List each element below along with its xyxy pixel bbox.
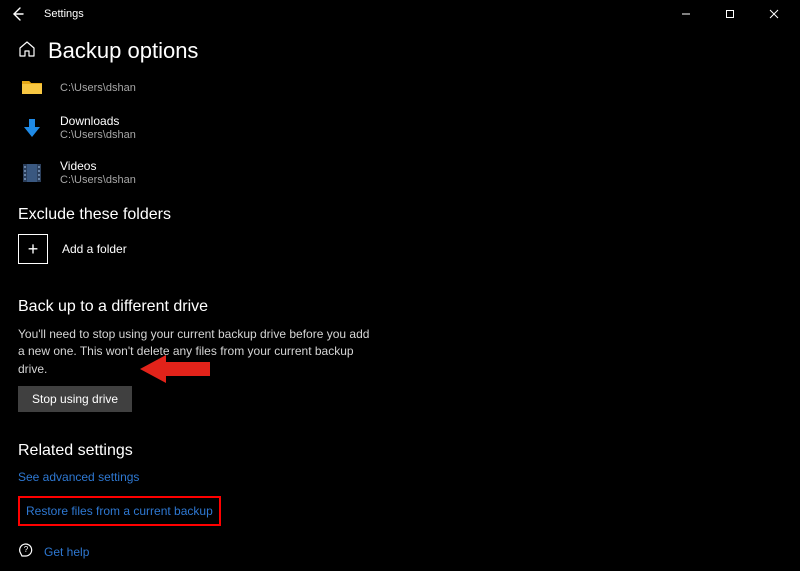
maximize-button[interactable] xyxy=(708,0,752,28)
help-icon: ? xyxy=(18,542,34,561)
get-help[interactable]: ? Get help xyxy=(18,542,782,571)
add-folder-button[interactable]: + Add a folder xyxy=(18,234,782,264)
folder-path: C:\Users\dshan xyxy=(60,174,136,186)
folder-path: C:\Users\dshan xyxy=(60,129,136,141)
restore-files-link[interactable]: Restore files from a current backup xyxy=(18,496,221,526)
content: C:\Users\dshan Downloads C:\Users\dshan … xyxy=(0,78,800,571)
maximize-icon xyxy=(725,9,735,19)
advanced-settings-link[interactable]: See advanced settings xyxy=(18,470,139,484)
download-icon xyxy=(18,117,46,139)
minimize-button[interactable] xyxy=(664,0,708,28)
annotation-arrow xyxy=(140,353,210,388)
page-header: Backup options xyxy=(0,28,800,78)
folder-item[interactable]: C:\Users\dshan xyxy=(18,78,782,96)
videos-icon xyxy=(18,163,46,183)
folder-item[interactable]: Downloads C:\Users\dshan xyxy=(18,114,782,141)
folder-name: Videos xyxy=(60,159,136,173)
svg-text:?: ? xyxy=(24,545,29,554)
arrow-icon xyxy=(140,353,210,385)
plus-icon: + xyxy=(18,234,48,264)
arrow-left-icon xyxy=(11,7,25,21)
folder-icon xyxy=(18,78,46,96)
minimize-icon xyxy=(681,9,691,19)
back-button[interactable] xyxy=(4,7,32,21)
titlebar: Settings xyxy=(0,0,800,28)
folder-info: Downloads C:\Users\dshan xyxy=(60,114,136,141)
section-heading-related: Related settings xyxy=(18,442,782,460)
close-icon xyxy=(769,9,779,19)
folder-path: C:\Users\dshan xyxy=(60,82,136,94)
folder-item[interactable]: Videos C:\Users\dshan xyxy=(18,159,782,186)
get-help-link[interactable]: Get help xyxy=(44,545,89,559)
folder-info: Videos C:\Users\dshan xyxy=(60,159,136,186)
section-heading-different-drive: Back up to a different drive xyxy=(18,298,782,316)
window-title: Settings xyxy=(44,8,84,20)
section-heading-exclude: Exclude these folders xyxy=(18,206,782,224)
folder-info: C:\Users\dshan xyxy=(60,81,136,94)
close-button[interactable] xyxy=(752,0,796,28)
folder-name: Downloads xyxy=(60,114,136,128)
home-icon[interactable] xyxy=(18,40,36,63)
window-controls xyxy=(664,0,796,28)
page-title: Backup options xyxy=(48,38,198,64)
stop-using-drive-button[interactable]: Stop using drive xyxy=(18,386,132,412)
add-folder-label: Add a folder xyxy=(62,242,127,256)
